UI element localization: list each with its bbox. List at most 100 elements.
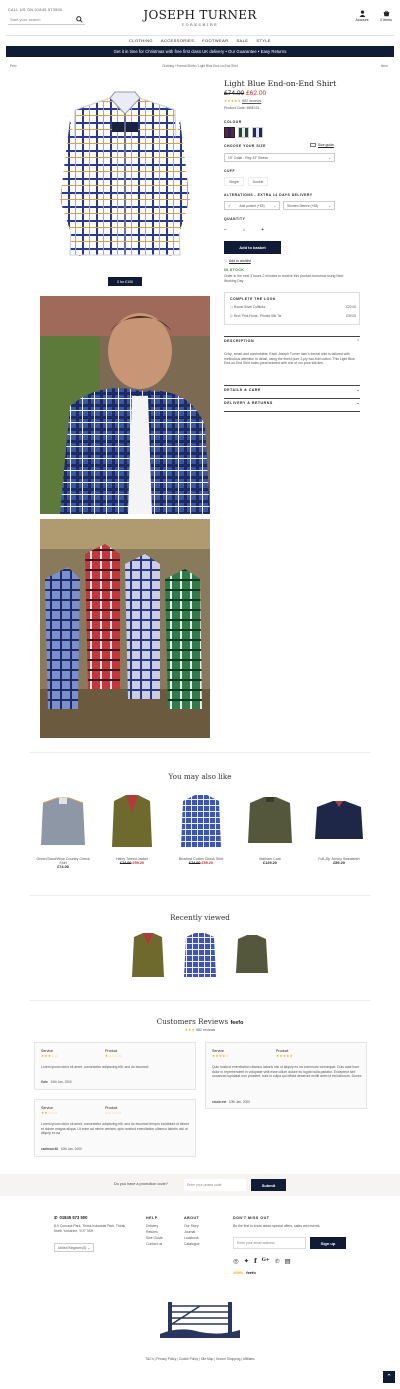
basket-button[interactable]: 0 Items <box>376 10 396 22</box>
product-stars: ☆☆☆☆☆ <box>105 1111 123 1115</box>
section-divider <box>30 895 370 896</box>
delivery-toggle[interactable]: DELIVERY & RETURNS ⌄ <box>224 401 360 405</box>
nav-sale[interactable]: SALE <box>236 38 248 43</box>
footer-link-contact[interactable]: Contact us <box>146 1241 163 1247</box>
cuff-label: CUFF <box>224 169 236 173</box>
newsletter-signup-button[interactable]: Sign up <box>310 1237 346 1249</box>
offer-badge[interactable]: 3 for £100 <box>108 277 142 286</box>
account-button[interactable]: Account <box>352 10 372 22</box>
chevron-down-icon: ⌄ <box>356 388 360 392</box>
wishlist-link[interactable]: ♡ Add to wishlist <box>224 259 251 263</box>
next-link[interactable]: Next <box>381 64 388 68</box>
newsletter-text: Be the first to know about special offer… <box>233 1224 321 1228</box>
product-code: Product Code: MBE10L <box>224 106 260 110</box>
cufflinks-icon: ▢ <box>230 305 234 309</box>
nav-footwear[interactable]: FOOTWEAR <box>202 38 228 43</box>
details-toggle[interactable]: DETAILS & CARE ⌄ <box>224 388 360 392</box>
size-value: 15" Collar - Reg 33" Sleeve <box>228 155 269 160</box>
chevron-down-icon: ⌄ <box>328 155 331 160</box>
phone-icon: ✆ <box>54 1215 58 1220</box>
review-meta: stockrest 10th Jan, 2000 <box>212 1100 250 1104</box>
product-image[interactable] <box>104 793 160 849</box>
product-image[interactable] <box>242 793 298 849</box>
complete-item[interactable]: ☑ Red / Pink Floral - Printed Silk Tie £… <box>230 314 356 318</box>
service-stars: ★★★☆☆ <box>41 1054 59 1058</box>
promo-submit-button[interactable]: Submit <box>251 1179 286 1191</box>
swatch-green[interactable] <box>238 127 249 138</box>
complete-item-price: £39.00 <box>346 314 356 318</box>
nav-style[interactable]: STYLE <box>256 38 271 43</box>
promo-code-input[interactable]: Enter your promo code <box>184 1179 246 1191</box>
about-column: ABOUT Our Story Journal Lookbook Catalog… <box>184 1215 199 1247</box>
plus-icon[interactable]: + <box>261 227 264 233</box>
legal-links[interactable]: T&C's | Privacy Policy | Cookie Policy |… <box>0 1357 400 1361</box>
instagram-icon[interactable]: ◎ <box>233 1257 239 1265</box>
back-to-top-button[interactable]: ⌃ <box>383 1371 395 1383</box>
alterations-label: ALTERATIONS - EXTRA 14 DAYS DELIVERY <box>224 193 313 197</box>
cuff-double[interactable]: Double <box>248 177 268 186</box>
product-card[interactable]: Haley Tweed Jacket £74.00 £59.20 <box>104 793 160 865</box>
nav-accessories[interactable]: ACCESSORIES <box>161 38 194 43</box>
recent-jacket-image[interactable] <box>128 931 168 979</box>
product-name[interactable]: Green/Sand/Wine Country Check Shirt <box>35 857 91 865</box>
product-label: Product <box>276 1049 289 1053</box>
country-select[interactable]: United Kingdom (£) ⌄ <box>54 1243 94 1252</box>
size-guide-link[interactable]: Size guide <box>310 143 334 147</box>
nav-clothing[interactable]: CLOTHING <box>129 38 153 43</box>
alteration-pocket-select[interactable]: ✓ Add pocket (+£5) ⌄ <box>224 201 280 210</box>
reviews-link[interactable]: 882 reviews <box>242 99 261 103</box>
lifestyle-image[interactable] <box>40 296 210 514</box>
section-divider <box>30 752 370 753</box>
complete-item[interactable]: ▢ Round Silver Cufflinks £20.00 <box>230 305 356 309</box>
checkbox-icon[interactable]: ☑ <box>230 314 233 318</box>
chevron-down-icon: ⌄ <box>328 203 331 208</box>
product-card[interactable]: Brushed Cotton Check Shirt £74.00 £59.20 <box>173 793 229 865</box>
add-to-basket-button[interactable]: Add to basket <box>224 241 281 254</box>
footer-link-catalogue[interactable]: Catalogue <box>184 1241 199 1247</box>
feefo-badge[interactable]: 100% feefo <box>233 1270 256 1275</box>
main-nav: CLOTHING ACCESSORIES FOOTWEAR SALE STYLE <box>0 38 400 43</box>
product-card[interactable]: Malham Coat £129.20 <box>242 793 298 865</box>
breadcrumb[interactable]: Clothing / Formal Shirts / Light Blue En… <box>0 64 400 68</box>
swatch-blue[interactable] <box>252 127 263 138</box>
catalogue-icon[interactable]: ▤ <box>285 1257 291 1265</box>
feefo-footer-logo: feefo <box>246 1270 256 1275</box>
product-card[interactable]: Green/Sand/Wine Country Check Shirt £74.… <box>35 793 91 869</box>
facebook-icon[interactable]: f <box>254 1257 257 1265</box>
brand-logo[interactable]: JOSEPH TURNER <box>0 8 400 22</box>
old-price: £74.00 <box>224 90 245 97</box>
promo-banner[interactable]: Get it in time for Christmas with free f… <box>6 46 394 57</box>
shirts-on-fence-image[interactable] <box>40 519 210 738</box>
pinterest-icon[interactable]: ℗ <box>275 1257 280 1265</box>
product-image[interactable] <box>35 793 91 849</box>
phone-link[interactable]: ✆ 01845 573 500 <box>54 1215 87 1220</box>
rating-stars: ★★★★★ <box>224 99 242 103</box>
size-select[interactable]: 15" Collar - Reg 33" Sleeve ⌄ <box>224 153 335 162</box>
help-column: HELP Delivery Returns Size Guide Contact… <box>146 1215 163 1247</box>
quantity-stepper[interactable]: − 1 + <box>224 225 264 235</box>
review-meta: cadmoor48 10th Jan, 2000 <box>41 1147 82 1151</box>
divider <box>224 385 360 386</box>
reviews-heading: Customers Reviews feefo <box>0 1017 400 1026</box>
alteration-sleeve-select[interactable]: Shorten Sleeve (+£8) ⌄ <box>283 201 335 210</box>
recent-shirt-image[interactable] <box>180 931 220 979</box>
newsletter-title: DON'T MISS OUT <box>233 1216 270 1220</box>
description-toggle[interactable]: DESCRIPTION ⌃ <box>224 339 360 343</box>
summary-stars: ★★★ <box>184 1028 196 1032</box>
product-image[interactable] <box>311 793 367 849</box>
product-image[interactable] <box>173 793 229 849</box>
review-author: stockrest <box>212 1100 227 1104</box>
recent-coat-image[interactable] <box>232 931 272 979</box>
product-price-row: £74.00 £59.20 <box>173 861 229 865</box>
main-product-image[interactable] <box>40 80 210 273</box>
product-card[interactable]: Full-Zip Jersey Sweatshirt £59.20 <box>311 793 367 865</box>
cuff-single[interactable]: Single <box>224 177 244 186</box>
nav-divider <box>6 35 394 36</box>
swatch-red[interactable] <box>224 127 235 138</box>
twitter-icon[interactable]: ✦ <box>244 1257 249 1265</box>
google-plus-icon[interactable]: G+ <box>262 1257 270 1265</box>
complete-item-price: £20.00 <box>346 305 356 309</box>
minus-icon[interactable]: − <box>224 227 227 233</box>
newsletter-email-input[interactable]: Enter your email address <box>233 1237 306 1249</box>
quantity-value[interactable]: 1 <box>243 228 245 232</box>
